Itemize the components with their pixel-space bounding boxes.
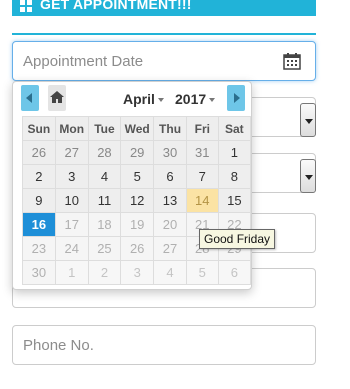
day-cell[interactable]: 11 — [87, 188, 122, 213]
month-select[interactable]: April — [123, 91, 164, 107]
weekday-header: Fri — [185, 116, 219, 141]
day-cell[interactable]: 10 — [54, 188, 89, 213]
week-row: 26 27 28 29 30 31 1 — [22, 140, 252, 165]
week-row: 9 10 11 12 13 14 15 — [22, 188, 252, 213]
weekday-header-row: Sun Mon Tue Wed Thu Fri Sat — [22, 116, 252, 141]
day-cell[interactable]: 31 — [185, 140, 219, 165]
day-cell[interactable]: 18 — [87, 212, 122, 237]
day-cell[interactable]: 27 — [153, 236, 187, 261]
grid-icon — [20, 0, 32, 12]
day-cell[interactable]: 5 — [120, 164, 155, 189]
weekday-header: Sat — [217, 116, 252, 141]
select-dropdown-2[interactable] — [300, 159, 316, 193]
day-cell[interactable]: 13 — [153, 188, 187, 213]
prev-arrow-icon — [26, 93, 32, 103]
holiday-day-cell[interactable]: 14 — [185, 188, 219, 213]
get-appointment-label: GET APPOINTMENT!!! — [40, 0, 192, 12]
day-cell[interactable]: 17 — [54, 212, 89, 237]
day-cell[interactable]: 29 — [120, 140, 155, 165]
year-select[interactable]: 2017 — [175, 91, 216, 107]
today-button[interactable] — [48, 85, 66, 111]
day-cell[interactable]: 30 — [22, 260, 56, 285]
day-cell[interactable]: 1 — [217, 140, 252, 165]
prev-month-button[interactable] — [21, 85, 39, 111]
day-cell[interactable]: 25 — [87, 236, 122, 261]
day-cell[interactable]: 26 — [120, 236, 155, 261]
day-cell[interactable]: 3 — [120, 260, 155, 285]
day-cell[interactable]: 6 — [217, 260, 252, 285]
day-cell[interactable]: 1 — [54, 260, 89, 285]
appointment-date-placeholder: Appointment Date — [23, 52, 144, 70]
appointment-date-input[interactable]: Appointment Date — [12, 41, 316, 81]
weekday-header: Thu — [153, 116, 187, 141]
day-cell[interactable]: 5 — [185, 260, 219, 285]
day-cell[interactable]: 4 — [87, 164, 122, 189]
day-cell[interactable]: 12 — [120, 188, 155, 213]
weekday-header: Tue — [87, 116, 122, 141]
day-cell[interactable]: 2 — [22, 164, 56, 189]
caret-down-icon — [157, 98, 164, 103]
select-dropdown-1[interactable] — [300, 103, 316, 137]
day-cell[interactable]: 15 — [217, 188, 252, 213]
day-cell[interactable]: 24 — [54, 236, 89, 261]
selected-day-cell[interactable]: 16 — [22, 212, 56, 237]
get-appointment-button[interactable]: GET APPOINTMENT!!! — [20, 0, 200, 16]
datepicker-popup: April 2017 Sun Mon Tue Wed Thu Fri Sat 2… — [12, 81, 252, 290]
year-label: 2017 — [175, 91, 207, 107]
weekday-header: Mon — [54, 116, 89, 141]
calendar-icon[interactable] — [283, 52, 301, 70]
day-cell[interactable]: 9 — [22, 188, 56, 213]
day-cell[interactable]: 3 — [54, 164, 89, 189]
day-cell[interactable]: 20 — [153, 212, 187, 237]
dropdown-arrow-icon — [305, 119, 313, 124]
day-cell[interactable]: 19 — [120, 212, 155, 237]
week-row: 30 1 2 3 4 5 6 — [22, 260, 252, 285]
day-cell[interactable]: 2 — [87, 260, 122, 285]
phone-placeholder: Phone No. — [23, 336, 94, 354]
day-cell[interactable]: 7 — [185, 164, 219, 189]
holiday-tooltip: Good Friday — [199, 229, 276, 249]
caret-down-icon — [209, 98, 216, 103]
next-arrow-icon — [234, 93, 240, 103]
day-cell[interactable]: 28 — [87, 140, 122, 165]
phone-input[interactable]: Phone No. — [12, 325, 316, 365]
calendar-grid: Sun Mon Tue Wed Thu Fri Sat 26 27 28 29 … — [22, 116, 252, 285]
weekday-header: Wed — [120, 116, 155, 141]
day-cell[interactable]: 27 — [54, 140, 89, 165]
month-label: April — [123, 91, 155, 107]
day-cell[interactable]: 23 — [22, 236, 56, 261]
next-month-button[interactable] — [227, 85, 245, 111]
header-underline — [12, 33, 316, 35]
week-row: 2 3 4 5 6 7 8 — [22, 164, 252, 189]
day-cell[interactable]: 4 — [153, 260, 187, 285]
day-cell[interactable]: 6 — [153, 164, 187, 189]
day-cell[interactable]: 8 — [217, 164, 252, 189]
day-cell[interactable]: 30 — [153, 140, 187, 165]
day-cell[interactable]: 26 — [22, 140, 56, 165]
weekday-header: Sun — [22, 116, 56, 141]
dropdown-arrow-icon — [305, 175, 313, 180]
home-icon — [50, 91, 64, 103]
